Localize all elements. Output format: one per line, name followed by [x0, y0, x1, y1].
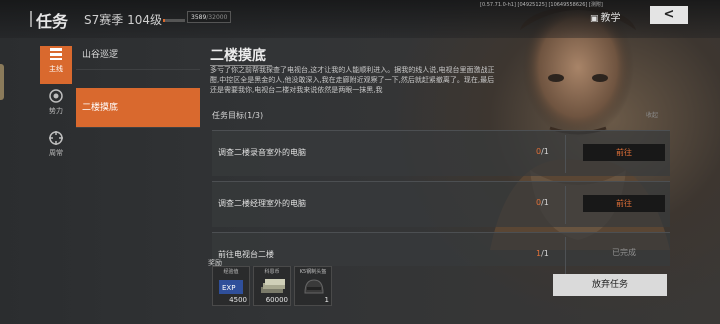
faction-icon: [49, 89, 63, 103]
target-icon: [49, 131, 63, 145]
quest-description: 多亏了你之前帮我探查了电视台,这才让我的人能顺利进入。据我的线人说,电视台里面激…: [210, 66, 495, 93]
tutorial-label: 教学: [600, 13, 621, 24]
exp-card-icon: EXP: [219, 280, 243, 294]
quest-list: 山谷巡逻 二楼摸底: [76, 42, 200, 128]
helmet-icon: [304, 279, 324, 294]
reward-value: 1: [324, 296, 329, 304]
task-total: /1: [541, 198, 549, 207]
reward-value: 60000: [265, 296, 288, 304]
nav-main[interactable]: 主线: [40, 46, 72, 84]
xp-max: /32000: [206, 14, 228, 21]
nav-faction-label: 势力: [49, 107, 63, 115]
task-count: 0/1: [536, 147, 549, 156]
task-count: 0/1: [536, 198, 549, 207]
quest-item-valley-patrol[interactable]: 山谷巡逻: [76, 42, 200, 70]
reward-name: 科恩币: [264, 269, 280, 275]
nav-faction[interactable]: 势力: [40, 88, 72, 126]
abandon-quest-button[interactable]: 放弃任务: [553, 274, 667, 296]
reward-value: 4500: [229, 296, 247, 304]
title-divider: [30, 11, 32, 27]
reward-coins[interactable]: 科恩币 60000: [253, 266, 291, 306]
task-divider: [565, 186, 566, 224]
tutorial-button[interactable]: ▣ 教学: [590, 9, 621, 24]
category-nav: 主线 势力 周常: [40, 42, 72, 172]
task-count: 1/1: [536, 249, 549, 258]
reward-name: K5钢制头盔: [299, 269, 327, 275]
task-name: 调查二楼经理室外的电脑: [218, 199, 306, 208]
reward-name: 经验值: [223, 269, 239, 275]
quest-goal-label: 任务目标(1/3): [212, 111, 264, 120]
quest-item-second-floor[interactable]: 二楼摸底: [76, 88, 200, 128]
collapse-toggle[interactable]: 收起: [646, 110, 658, 119]
xp-current: 3589: [191, 14, 207, 21]
page-title: 任务: [36, 12, 69, 31]
task-row: 调查二楼经理室外的电脑 0/1 前往: [212, 181, 670, 227]
reward-helmet[interactable]: K5钢制头盔 1: [294, 266, 332, 306]
nav-weekly[interactable]: 周常: [40, 130, 72, 168]
nav-main-label: 主线: [49, 65, 63, 73]
quest-title: 二楼摸底: [210, 45, 272, 66]
task-divider: [565, 237, 566, 275]
nav-weekly-label: 周常: [49, 149, 63, 157]
task-total: /1: [541, 249, 549, 258]
task-status: 已完成: [612, 248, 636, 257]
cash-stack-icon: [261, 279, 285, 293]
season-level: S7赛季 104级: [84, 13, 162, 27]
task-row: 调查二楼录音室外的电脑 0/1 前往: [212, 130, 670, 176]
reward-exp[interactable]: 经验值 EXP 4500: [212, 266, 250, 306]
task-total: /1: [541, 147, 549, 156]
task-divider: [565, 135, 566, 173]
side-tab-handle[interactable]: [0, 64, 4, 100]
book-icon: ▣: [590, 14, 599, 24]
svg-text:EXP: EXP: [222, 284, 235, 292]
task-name: 前往电视台二楼: [218, 250, 274, 259]
xp-counter: 3589/32000: [187, 11, 232, 23]
back-button[interactable]: <: [650, 6, 688, 24]
task-name: 调查二楼录音室外的电脑: [218, 148, 306, 157]
system-info: [0.57.71.0-h1] [04925125] [10649558626] …: [480, 2, 603, 8]
task-row: 前往电视台二楼 1/1 已完成: [212, 232, 670, 275]
xp-progress-bar: [163, 19, 185, 22]
goto-button[interactable]: 前往: [583, 144, 665, 161]
goto-button[interactable]: 前往: [583, 195, 665, 212]
list-icon: [50, 48, 62, 60]
